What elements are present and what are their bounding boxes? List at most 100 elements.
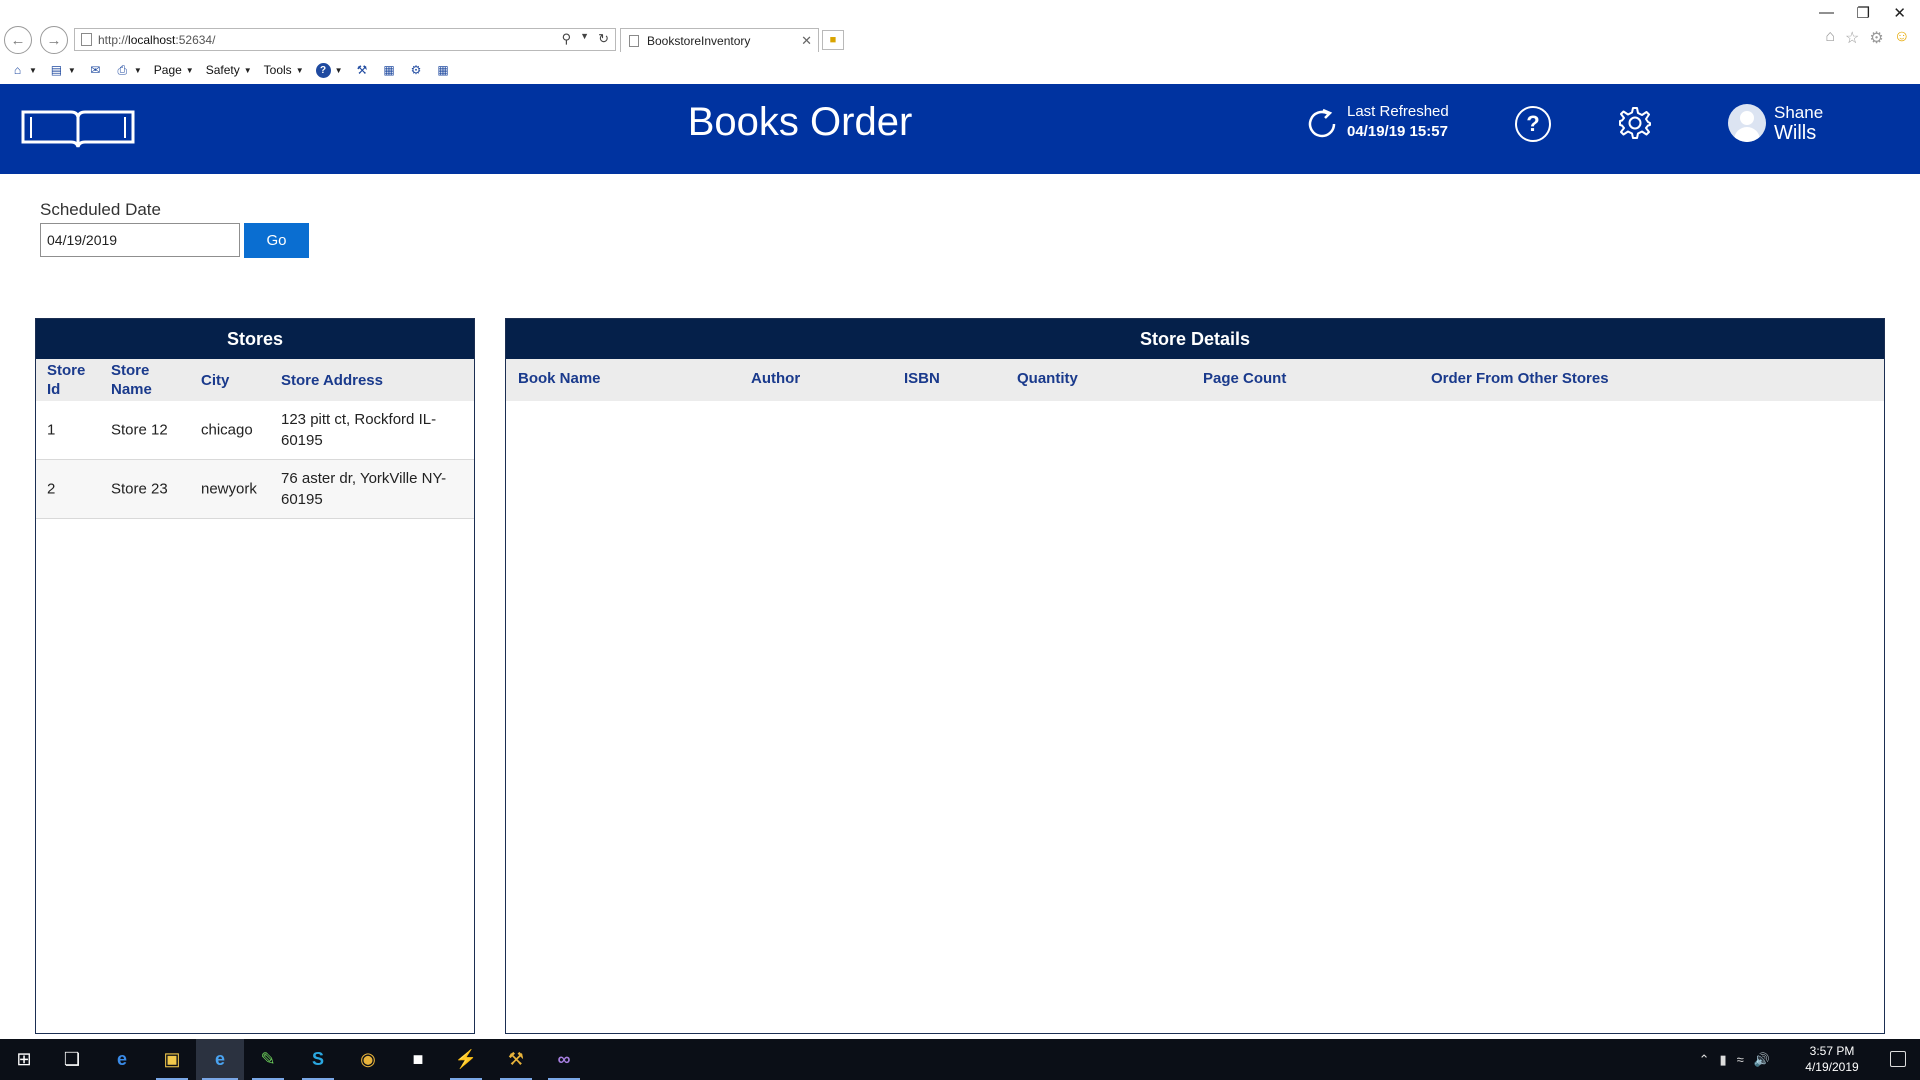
last-refreshed-value: 04/19/19 15:57	[1347, 123, 1448, 140]
battery-icon[interactable]: ▮	[1720, 1052, 1727, 1068]
address-tools: ⚲ ▼ ↻	[562, 31, 609, 47]
start-windows-icon[interactable]: ⊞	[0, 1039, 48, 1080]
tab-title: BookstoreInventory	[647, 33, 751, 48]
page-icon	[81, 33, 92, 46]
column-header-store-id[interactable]: Store Id	[47, 361, 97, 399]
store-name-cell: Store 23	[111, 480, 168, 498]
safety-menu[interactable]: Safety ▼	[206, 63, 252, 77]
app-header: Books Order Last Refreshed 04/19/19 15:5…	[0, 84, 1920, 174]
sticky-notes-icon[interactable]: ■	[394, 1039, 442, 1080]
file-explorer-icon[interactable]: ▣	[148, 1039, 196, 1080]
store-details-panel-title: Store Details	[506, 319, 1884, 359]
print-icon: ⎙	[117, 62, 128, 77]
caret-icon: ▼	[295, 65, 304, 75]
mail-menu[interactable]: ✉	[88, 63, 103, 77]
dropdown-icon[interactable]: ▼	[580, 31, 589, 47]
notepad-icon[interactable]: ✎	[244, 1039, 292, 1080]
help-icon: ?	[1526, 111, 1540, 136]
visual-studio-icon[interactable]: ∞	[540, 1039, 588, 1080]
window-close-icon[interactable]: ✕	[1893, 4, 1906, 22]
user-last-name: Wills	[1774, 122, 1817, 144]
column-header-city[interactable]: City	[201, 371, 271, 390]
extension-icon[interactable]: ⚒	[355, 63, 370, 77]
feeds-menu[interactable]: ▤ ▼	[49, 63, 76, 77]
tools-menu[interactable]: Tools ▼	[264, 63, 304, 77]
column-header-page-count[interactable]: Page Count	[1203, 369, 1286, 388]
help-menu-icon: ?	[315, 62, 331, 78]
favorites-star-icon[interactable]: ☆	[1845, 28, 1859, 48]
action-center-icon[interactable]	[1890, 1051, 1906, 1067]
print-menu[interactable]: ⎙ ▼	[115, 63, 142, 77]
scheduled-date-input[interactable]	[40, 223, 240, 257]
url-host: localhost	[128, 32, 176, 47]
taskbar: ⊞ ❏ e ▣ e ✎ S ◉ ■ ⚡ ⚒ ∞ ⌃ ▮ ≈ 🔊 3:57 PM …	[0, 1039, 1920, 1080]
refresh-page-icon[interactable]: ↻	[598, 31, 609, 47]
city-cell: newyork	[201, 480, 257, 498]
go-button[interactable]: Go	[244, 223, 309, 258]
back-icon[interactable]: ←	[4, 26, 32, 54]
caret-icon: ▼	[29, 65, 37, 75]
new-tab-icon[interactable]: ■	[822, 30, 844, 50]
skype-icon[interactable]: S	[294, 1039, 342, 1080]
safety-menu-label: Safety	[205, 63, 240, 77]
clock[interactable]: 3:57 PM 4/19/2019	[1802, 1043, 1862, 1075]
internet-explorer-icon[interactable]: e	[196, 1039, 244, 1080]
column-header-isbn[interactable]: ISBN	[904, 369, 940, 388]
browser-gear-icon[interactable]: ⚙	[1869, 28, 1883, 48]
gear-icon[interactable]	[1617, 105, 1653, 141]
city-cell: chicago	[201, 421, 253, 439]
column-header-author[interactable]: Author	[751, 369, 800, 388]
table-row[interactable]: 2 Store 23 newyork 76 aster dr, YorkVill…	[36, 460, 474, 519]
last-refreshed-label: Last Refreshed	[1347, 103, 1449, 120]
column-header-book-name[interactable]: Book Name	[518, 369, 601, 388]
store-name-cell: Store 12	[111, 421, 168, 439]
user-first-name: Shane	[1774, 103, 1824, 122]
column-header-store-name[interactable]: Store Name	[111, 361, 191, 399]
column-header-order-from-other-stores[interactable]: Order From Other Stores	[1431, 369, 1609, 388]
onenote-icon[interactable]: ▦	[382, 63, 397, 77]
volume-icon[interactable]: 🔊	[1754, 1052, 1770, 1068]
tools-menu-label: Tools	[263, 63, 292, 77]
address-bar[interactable]: http://localhost:52634/ ⚲ ▼ ↻	[74, 28, 616, 51]
column-header-quantity[interactable]: Quantity	[1017, 369, 1078, 388]
browser-right-tools: ⌂ ☆ ⚙ ☺	[1825, 28, 1910, 48]
stores-table-header: Store Id Store Name City Store Address	[36, 359, 474, 401]
refresh-icon[interactable]	[1304, 106, 1340, 142]
page-menu-label: Page	[153, 63, 182, 77]
home-menu[interactable]: ⌂ ▼	[10, 63, 37, 77]
onenote-linked-icon[interactable]: ▦	[436, 63, 451, 77]
home-icon[interactable]: ⌂	[1825, 28, 1835, 48]
table-row[interactable]: 1 Store 12 chicago 123 pitt ct, Rockford…	[36, 401, 474, 460]
scheduled-date-label: Scheduled Date	[40, 200, 161, 219]
tab-close-icon[interactable]: ✕	[801, 33, 812, 49]
system-tray: ⌃ ▮ ≈ 🔊	[1699, 1039, 1770, 1080]
url-rest: :52634/	[175, 32, 216, 47]
store-address-cell: 123 pitt ct, Rockford IL-60195	[281, 411, 437, 449]
wifi-icon[interactable]: ≈	[1737, 1052, 1744, 1067]
build-tools-icon[interactable]: ⚒	[492, 1039, 540, 1080]
caret-icon: ▼	[334, 65, 343, 75]
store-details-panel: Store Details Book Name Author ISBN Quan…	[505, 318, 1885, 1034]
forward-icon[interactable]: →	[40, 26, 68, 54]
restore-icon[interactable]: ❐	[1857, 4, 1870, 22]
minimize-icon[interactable]: —	[1819, 4, 1834, 21]
browser-tab[interactable]: BookstoreInventory ✕	[620, 28, 819, 52]
store-details-table-header: Book Name Author ISBN Quantity Page Coun…	[506, 359, 1884, 401]
page-menu[interactable]: Page ▼	[154, 63, 194, 77]
help-menu[interactable]: ? ▼	[315, 62, 343, 78]
feedback-smiley-icon[interactable]: ☺	[1894, 28, 1910, 48]
column-header-store-address[interactable]: Store Address	[281, 371, 461, 390]
azure-tool-icon[interactable]: ⚡	[442, 1039, 490, 1080]
search-icon[interactable]: ⚲	[562, 31, 572, 47]
settings-extension-icon[interactable]: ⚙	[409, 63, 424, 77]
clock-time: 3:57 PM	[1809, 1044, 1855, 1058]
edge-icon[interactable]: e	[98, 1039, 146, 1080]
caret-icon: ▼	[185, 65, 194, 75]
task-view-icon[interactable]: ❏	[48, 1039, 96, 1080]
chevron-up-icon[interactable]: ⌃	[1699, 1052, 1710, 1068]
caret-icon: ▼	[243, 65, 252, 75]
chrome-icon[interactable]: ◉	[344, 1039, 392, 1080]
feeds-icon: ▤	[50, 63, 63, 77]
help-button[interactable]: ?	[1515, 106, 1551, 142]
avatar[interactable]	[1728, 104, 1766, 142]
